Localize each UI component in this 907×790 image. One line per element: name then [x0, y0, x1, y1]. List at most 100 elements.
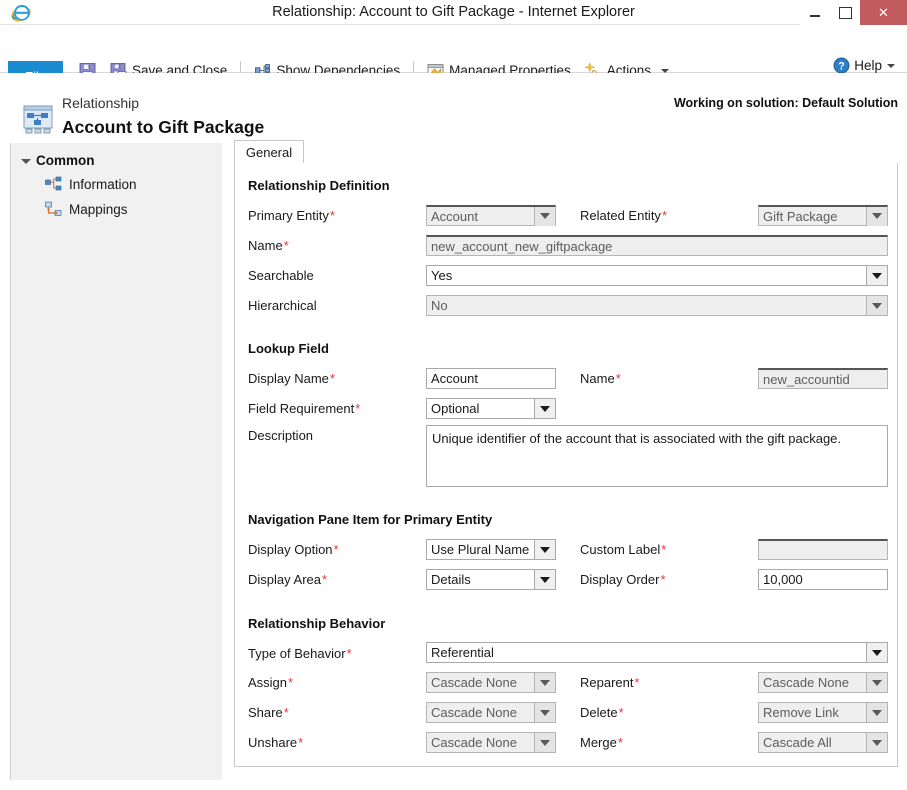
- label-primary-entity: Primary Entity*: [248, 208, 335, 223]
- select-merge-value: Cascade All: [763, 735, 832, 750]
- textarea-description[interactable]: Unique identifier of the account that is…: [426, 425, 888, 487]
- required-marker: *: [355, 401, 361, 416]
- chevron-down-icon-delete: [866, 703, 887, 722]
- section-title-relationship-behavior: Relationship Behavior: [248, 616, 386, 631]
- required-marker: *: [618, 705, 624, 720]
- sidebar-item-mappings[interactable]: Mappings: [45, 201, 128, 217]
- maximize-button[interactable]: [830, 0, 860, 25]
- chevron-down-icon-type-of-behavior: [866, 643, 887, 662]
- select-field-requirement[interactable]: Optional: [426, 398, 556, 419]
- help-icon: ?: [833, 57, 850, 74]
- label-relationship-name-text: Name: [248, 238, 283, 253]
- label-reparent-text: Reparent: [580, 675, 634, 690]
- input-custom-label[interactable]: [758, 539, 888, 560]
- label-reparent: Reparent*: [580, 675, 640, 690]
- tab-general[interactable]: General: [234, 140, 304, 164]
- select-display-option-value: Use Plural Name: [431, 542, 530, 557]
- select-searchable-value: Yes: [431, 268, 453, 283]
- required-marker: *: [617, 735, 623, 750]
- chevron-down-icon-reparent: [866, 673, 887, 692]
- label-relationship-name: Name*: [248, 238, 289, 253]
- chevron-down-icon-merge: [866, 733, 887, 752]
- label-display-order: Display Order*: [580, 572, 666, 587]
- select-delete-value: Remove Link: [763, 705, 839, 720]
- help-label: Help: [854, 58, 882, 73]
- chevron-down-icon-searchable: [866, 266, 887, 285]
- label-related-entity-text: Related Entity: [580, 208, 661, 223]
- chevron-down-icon-assign: [534, 673, 555, 692]
- label-type-of-behavior-text: Type of Behavior: [248, 646, 346, 661]
- sidebar: Common Information Mappings: [10, 143, 222, 780]
- select-primary-entity[interactable]: Account: [426, 205, 556, 226]
- select-primary-entity-value: Account: [431, 208, 478, 224]
- ribbon-toolbar: File x Save and Close: [0, 25, 907, 91]
- select-display-area[interactable]: Details: [426, 569, 556, 590]
- select-unshare-value: Cascade None: [431, 735, 517, 750]
- required-marker: *: [346, 646, 352, 661]
- required-marker: *: [283, 238, 289, 253]
- label-display-option: Display Option*: [248, 542, 339, 557]
- chevron-down-icon-display-option: [534, 540, 555, 559]
- required-marker: *: [298, 735, 304, 750]
- label-unshare: Unshare*: [248, 735, 303, 750]
- chevron-down-icon-help: [887, 63, 895, 68]
- section-title-relationship-definition: Relationship Definition: [248, 178, 390, 193]
- select-reparent-value: Cascade None: [763, 675, 849, 690]
- label-display-area-text: Display Area: [248, 572, 321, 587]
- label-field-requirement: Field Requirement*: [248, 401, 360, 416]
- sidebar-item-label-mappings: Mappings: [69, 201, 128, 217]
- select-related-entity[interactable]: Gift Package: [758, 205, 888, 226]
- select-share-value: Cascade None: [431, 705, 517, 720]
- collapse-triangle-icon: [21, 159, 31, 164]
- select-delete[interactable]: Remove Link: [758, 702, 888, 723]
- sidebar-group-common[interactable]: Common: [21, 153, 95, 168]
- chevron-down-icon-field-requirement: [534, 399, 555, 418]
- label-hierarchical: Hierarchical: [248, 298, 317, 313]
- select-merge[interactable]: Cascade All: [758, 732, 888, 753]
- information-icon: [45, 176, 62, 191]
- select-assign-value: Cascade None: [431, 675, 517, 690]
- label-assign: Assign*: [248, 675, 293, 690]
- required-marker: *: [661, 208, 667, 223]
- label-delete-text: Delete: [580, 705, 618, 720]
- select-type-of-behavior[interactable]: Referential: [426, 642, 888, 663]
- required-marker: *: [615, 371, 621, 386]
- required-marker: *: [329, 371, 335, 386]
- select-assign[interactable]: Cascade None: [426, 672, 556, 693]
- input-display-name[interactable]: Account: [426, 368, 556, 389]
- label-description: Description: [248, 428, 313, 443]
- select-unshare[interactable]: Cascade None: [426, 732, 556, 753]
- title-bar: Relationship: Account to Gift Package - …: [0, 0, 907, 25]
- chevron-down-icon-related-entity: [866, 206, 887, 226]
- label-display-option-text: Display Option: [248, 542, 333, 557]
- input-lookup-name[interactable]: new_accountid: [758, 368, 888, 389]
- label-share: Share*: [248, 705, 289, 720]
- select-reparent[interactable]: Cascade None: [758, 672, 888, 693]
- minimize-button[interactable]: [800, 0, 830, 25]
- label-searchable-text: Searchable: [248, 268, 314, 283]
- label-related-entity: Related Entity*: [580, 208, 667, 223]
- required-marker: *: [321, 572, 328, 587]
- select-hierarchical[interactable]: No: [426, 295, 888, 316]
- select-type-of-behavior-value: Referential: [431, 645, 494, 660]
- chevron-down-icon-share: [534, 703, 555, 722]
- select-searchable[interactable]: Yes: [426, 265, 888, 286]
- input-display-order[interactable]: 10,000: [758, 569, 888, 590]
- chevron-down-icon: [661, 68, 670, 73]
- select-share[interactable]: Cascade None: [426, 702, 556, 723]
- help-button[interactable]: ? Help: [833, 57, 895, 74]
- required-marker: *: [333, 542, 339, 557]
- label-unshare-text: Unshare: [248, 735, 298, 750]
- select-display-option[interactable]: Use Plural Name: [426, 539, 556, 560]
- label-hierarchical-text: Hierarchical: [248, 298, 317, 313]
- label-primary-entity-text: Primary Entity: [248, 208, 329, 223]
- sidebar-item-information[interactable]: Information: [45, 176, 137, 192]
- label-merge-text: Merge: [580, 735, 617, 750]
- close-button[interactable]: ✕: [860, 0, 907, 25]
- input-relationship-name[interactable]: new_account_new_giftpackage: [426, 235, 888, 256]
- input-display-name-value: Account: [431, 371, 478, 386]
- select-hierarchical-value: No: [431, 298, 448, 313]
- label-merge: Merge*: [580, 735, 623, 750]
- sidebar-item-label-information: Information: [69, 176, 137, 192]
- label-description-text: Description: [248, 428, 314, 443]
